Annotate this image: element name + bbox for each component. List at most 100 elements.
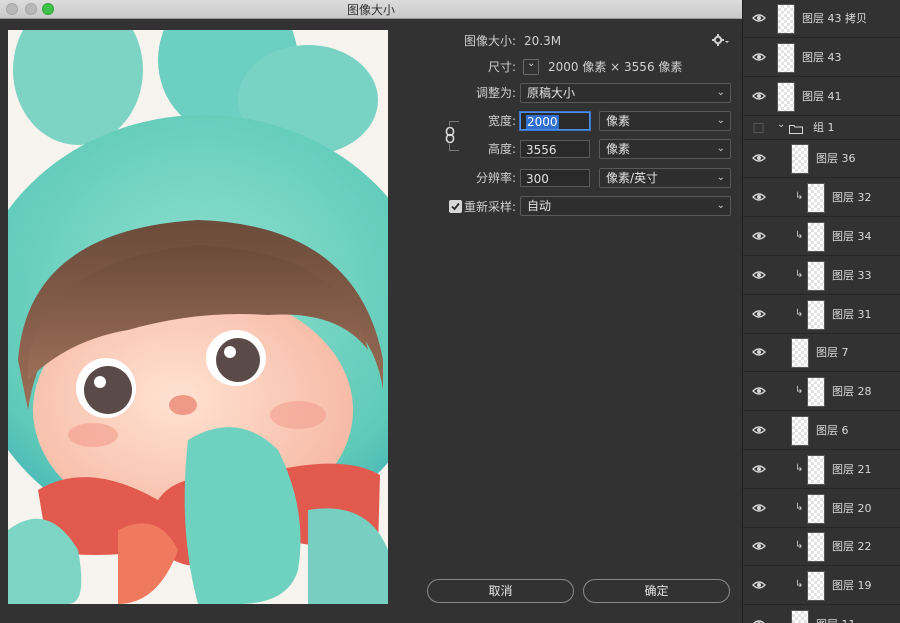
layer-row[interactable]: ↳ 图层 33 bbox=[743, 257, 900, 295]
cancel-button[interactable]: 取消 bbox=[427, 579, 574, 603]
clipping-mask-icon: ↳ bbox=[795, 230, 804, 241]
width-label: 宽度: bbox=[487, 114, 516, 128]
layer-row[interactable]: 图层 36 bbox=[743, 140, 900, 179]
resolution-unit-value: 像素/英寸 bbox=[606, 171, 659, 185]
eye-icon[interactable] bbox=[752, 91, 766, 101]
clipping-mask-icon: ↳ bbox=[795, 540, 804, 552]
resample-label: 重新采样: bbox=[463, 200, 516, 214]
layer-thumbnail[interactable] bbox=[807, 493, 825, 524]
layer-name: 组 1 bbox=[813, 121, 835, 135]
eye-icon[interactable] bbox=[752, 123, 766, 134]
layer-name: 图层 19 bbox=[832, 579, 872, 593]
layer-name: 图层 28 bbox=[832, 385, 872, 399]
layer-name: 图层 32 bbox=[832, 191, 872, 205]
layer-thumbnail[interactable] bbox=[791, 610, 809, 623]
layer-thumbnail[interactable] bbox=[791, 144, 809, 175]
layer-row[interactable]: 图层 43 拷贝 bbox=[743, 0, 900, 38]
layer-thumbnail[interactable] bbox=[807, 183, 825, 214]
layer-row[interactable]: 图层 11 bbox=[743, 606, 900, 623]
resolution-label: 分辨率: bbox=[475, 171, 516, 185]
fit-to-select[interactable]: 原稿大小 ⌄ bbox=[520, 83, 731, 103]
image-size-label: 图像大小: bbox=[463, 34, 516, 48]
layer-name: 图层 20 bbox=[832, 501, 872, 515]
layer-name: 图层 41 bbox=[802, 89, 842, 103]
image-size-value: 20.3M bbox=[524, 34, 562, 48]
resolution-input[interactable]: 300 bbox=[520, 169, 590, 187]
height-input[interactable]: 3556 bbox=[520, 140, 590, 158]
layer-thumbnail[interactable] bbox=[791, 338, 809, 369]
image-preview[interactable] bbox=[8, 30, 388, 604]
clipping-mask-icon: ↳ bbox=[795, 307, 804, 319]
eye-icon[interactable] bbox=[752, 347, 766, 357]
eye-icon[interactable] bbox=[752, 13, 766, 23]
width-unit-select[interactable]: 像素 ⌄ bbox=[599, 111, 731, 131]
image-size-dialog: 图像大小 图像大小: 20.3M 尺寸: ⌄ 2000 像素 × 3556 像素… bbox=[0, 0, 742, 623]
chevron-down-icon: ⌄ bbox=[716, 143, 725, 154]
layer-row[interactable]: ↳ 图层 20 bbox=[743, 490, 900, 528]
layer-row[interactable]: ↳ 图层 21 bbox=[743, 451, 900, 489]
eye-icon[interactable] bbox=[752, 619, 766, 623]
dimensions-dropdown[interactable]: ⌄ bbox=[523, 58, 539, 75]
eye-icon[interactable] bbox=[752, 425, 766, 435]
eye-icon[interactable] bbox=[752, 386, 766, 396]
dimensions-value: 2000 像素 × 3556 像素 bbox=[548, 60, 683, 74]
resolution-unit-select[interactable]: 像素/英寸 ⌄ bbox=[599, 168, 731, 188]
chevron-down-icon: ⌄ bbox=[716, 200, 725, 211]
layer-thumbnail[interactable] bbox=[777, 42, 795, 73]
layer-row[interactable]: 图层 43 bbox=[743, 39, 900, 77]
layer-thumbnail[interactable] bbox=[807, 532, 825, 563]
eye-icon[interactable] bbox=[752, 192, 766, 202]
layer-row[interactable]: ↳ 图层 32 bbox=[743, 179, 900, 218]
layer-name: 图层 6 bbox=[816, 424, 849, 437]
eye-icon[interactable] bbox=[752, 541, 766, 551]
clipping-mask-icon: ↳ bbox=[795, 385, 804, 397]
height-unit-select[interactable]: 像素 ⌄ bbox=[599, 139, 731, 159]
eye-icon[interactable] bbox=[752, 464, 766, 474]
layer-row[interactable]: ↳ 图层 34 bbox=[743, 218, 900, 256]
layer-thumbnail[interactable] bbox=[807, 299, 825, 330]
layer-thumbnail[interactable] bbox=[807, 571, 825, 602]
layer-thumbnail[interactable] bbox=[807, 260, 825, 291]
layer-name: 图层 31 bbox=[832, 307, 872, 321]
layer-row[interactable]: 图层 6 bbox=[743, 412, 900, 450]
layer-name: 图层 21 bbox=[832, 462, 872, 476]
layer-name: 图层 33 bbox=[832, 268, 872, 282]
layer-thumbnail[interactable] bbox=[777, 4, 795, 34]
layer-thumbnail[interactable] bbox=[777, 81, 795, 112]
ok-button[interactable]: 确定 bbox=[583, 579, 730, 603]
layer-group-row[interactable]: ⌄ 组 1 bbox=[743, 116, 900, 141]
checkmark-icon bbox=[451, 202, 460, 211]
width-input-value: 2000 bbox=[526, 115, 559, 129]
eye-icon[interactable] bbox=[752, 270, 766, 280]
eye-icon[interactable] bbox=[752, 153, 766, 163]
eye-icon[interactable] bbox=[752, 231, 766, 241]
layer-row[interactable]: 图层 41 bbox=[743, 78, 900, 116]
eye-icon[interactable] bbox=[752, 503, 766, 513]
width-input[interactable]: 2000 bbox=[520, 112, 590, 130]
chevron-down-icon[interactable]: ⌄ bbox=[777, 119, 785, 130]
layer-thumbnail[interactable] bbox=[807, 377, 825, 408]
layer-row[interactable]: ↳ 图层 22 bbox=[743, 528, 900, 567]
layer-row[interactable]: ↳ 图层 31 bbox=[743, 296, 900, 334]
fit-to-value: 原稿大小 bbox=[527, 86, 576, 100]
height-input-value: 3556 bbox=[526, 143, 557, 157]
eye-icon[interactable] bbox=[752, 309, 766, 319]
clipping-mask-icon: ↳ bbox=[795, 268, 804, 280]
layer-thumbnail[interactable] bbox=[807, 222, 825, 252]
resolution-input-value: 300 bbox=[526, 172, 549, 186]
layer-name: 图层 43 bbox=[802, 50, 842, 64]
chevron-down-icon: ⌄ bbox=[716, 172, 725, 183]
clipping-mask-icon: ↳ bbox=[795, 579, 804, 591]
layer-row[interactable]: 图层 7 bbox=[743, 334, 900, 373]
layer-thumbnail[interactable] bbox=[807, 454, 825, 485]
layer-thumbnail[interactable] bbox=[791, 416, 809, 446]
eye-icon[interactable] bbox=[752, 52, 766, 62]
layer-row[interactable]: ↳ 图层 28 bbox=[743, 373, 900, 412]
gear-icon[interactable] bbox=[712, 33, 730, 47]
layer-name: 图层 11 bbox=[816, 606, 856, 623]
eye-icon[interactable] bbox=[752, 580, 766, 590]
folder-icon bbox=[789, 123, 803, 135]
resample-checkbox[interactable] bbox=[449, 200, 462, 213]
layer-row[interactable]: ↳ 图层 19 bbox=[743, 567, 900, 606]
resample-select[interactable]: 自动 ⌄ bbox=[520, 196, 731, 216]
